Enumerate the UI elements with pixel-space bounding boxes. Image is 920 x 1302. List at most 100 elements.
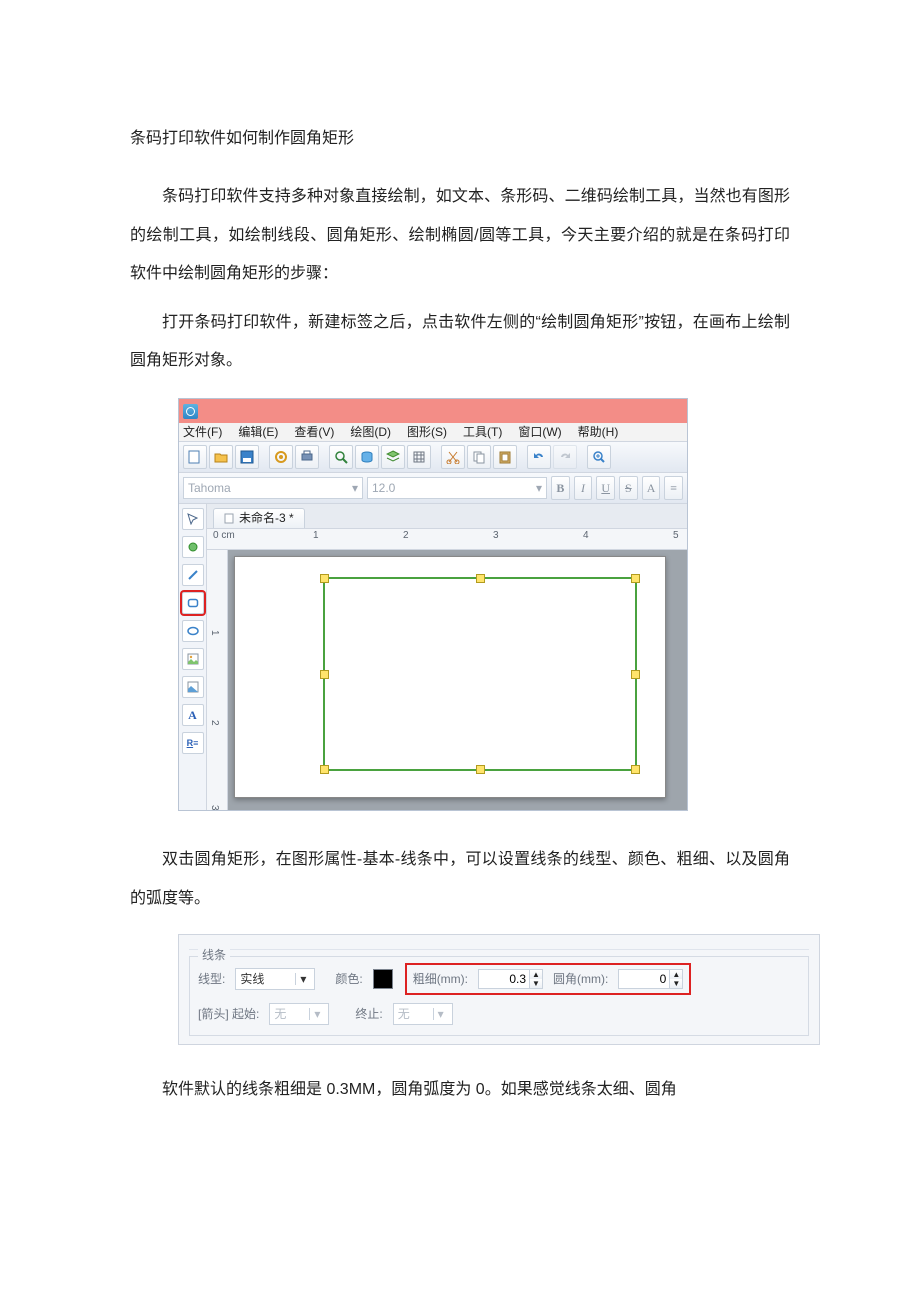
font-size-select[interactable]: 12.0 ▾ (367, 477, 547, 499)
ellipse-tool-icon[interactable] (182, 620, 204, 642)
resize-handle-s[interactable] (476, 765, 485, 774)
radius-label: 圆角(mm): (553, 973, 608, 985)
richtext-tool-icon[interactable]: R≡ (182, 732, 204, 754)
line-type-value: 实线 (240, 973, 264, 985)
ruler-y-1: 1 (209, 630, 219, 636)
canvas-wrapper: 未命名-3 * 0 cm 1 2 3 4 5 1 2 3 (207, 504, 687, 810)
line-type-select[interactable]: 实线 ▾ (235, 968, 315, 990)
resize-handle-e[interactable] (631, 670, 640, 679)
open-file-icon[interactable] (209, 445, 233, 469)
resize-handle-w[interactable] (320, 670, 329, 679)
resize-handle-n[interactable] (476, 574, 485, 583)
chevron-down-icon: ▾ (536, 482, 542, 494)
database-icon[interactable] (355, 445, 379, 469)
document-tabs: 未命名-3 * (207, 504, 687, 529)
menu-view[interactable]: 查看(V) (294, 426, 334, 438)
font-family-select[interactable]: Tahoma ▾ (183, 477, 363, 499)
paste-icon[interactable] (493, 445, 517, 469)
layers-icon[interactable] (381, 445, 405, 469)
arrow-start-select[interactable]: 无 ▾ (269, 1003, 329, 1025)
drawn-rounded-rect[interactable] (323, 577, 637, 771)
resize-handle-se[interactable] (631, 765, 640, 774)
menu-shape[interactable]: 图形(S) (407, 426, 447, 438)
font-size-value: 12.0 (372, 482, 395, 494)
line-tool-icon[interactable] (182, 564, 204, 586)
radius-input[interactable] (618, 969, 670, 989)
line-type-label: 线型: (198, 973, 225, 985)
page-title: 条码打印软件如何制作圆角矩形 (130, 120, 790, 158)
settings-icon[interactable] (269, 445, 293, 469)
line-color-swatch[interactable] (373, 969, 393, 989)
menu-edit[interactable]: 编辑(E) (238, 426, 278, 438)
document-tab[interactable]: 未命名-3 * (213, 508, 305, 528)
bold-button[interactable]: B (551, 476, 570, 500)
align-button[interactable]: ≡ (664, 476, 683, 500)
text-toolbar: Tahoma ▾ 12.0 ▾ B I U S A ≡ (179, 473, 687, 504)
line-properties-screenshot: 线条 线型: 实线 ▾ 颜色: 粗细(mm): ▲▼ 圆角(mm): ▲▼ (178, 934, 820, 1045)
ruler-x-5: 5 (673, 531, 679, 541)
document-tab-label: 未命名-3 * (239, 512, 294, 524)
toolbar-separator (579, 446, 585, 468)
redo-icon[interactable] (553, 445, 577, 469)
paragraph-3: 双击圆角矩形，在图形属性-基本-线条中，可以设置线条的线型、颜色、粗细、以及圆角… (130, 841, 790, 918)
grid-icon[interactable] (407, 445, 431, 469)
italic-button[interactable]: I (574, 476, 593, 500)
zoom-icon[interactable] (587, 445, 611, 469)
rounded-rect-tool-icon[interactable] (182, 592, 204, 614)
resize-handle-ne[interactable] (631, 574, 640, 583)
preview-icon[interactable] (329, 445, 353, 469)
thickness-label: 粗细(mm): (413, 973, 468, 985)
spinner-down-icon[interactable]: ▼ (530, 979, 542, 988)
toolbar-separator (519, 446, 525, 468)
horizontal-ruler: 0 cm 1 2 3 4 5 (207, 529, 687, 550)
spinner-up-icon[interactable]: ▲ (530, 970, 542, 979)
arrow-end-select[interactable]: 无 ▾ (393, 1003, 453, 1025)
thickness-input[interactable] (478, 969, 530, 989)
ruler-x-4: 4 (583, 531, 589, 541)
fieldset-legend: 线条 (198, 949, 230, 961)
main-toolbar (179, 442, 687, 473)
copy-icon[interactable] (467, 445, 491, 469)
resize-handle-nw[interactable] (320, 574, 329, 583)
text-tool-icon[interactable]: A (182, 704, 204, 726)
app-titlebar (179, 399, 687, 423)
toolbar-separator (433, 446, 439, 468)
vertical-ruler: 1 2 3 (207, 550, 228, 810)
menu-bar: 文件(F) 编辑(E) 查看(V) 绘图(D) 图形(S) 工具(T) 窗口(W… (179, 423, 687, 442)
style-button[interactable]: A (642, 476, 661, 500)
menu-window[interactable]: 窗口(W) (518, 426, 561, 438)
ruler-y-3: 3 (209, 805, 219, 810)
spinner-down-icon[interactable]: ▼ (670, 979, 682, 988)
menu-file[interactable]: 文件(F) (183, 426, 222, 438)
pan-tool-icon[interactable] (182, 536, 204, 558)
design-canvas[interactable] (228, 550, 687, 810)
toolbar-separator (321, 446, 327, 468)
ruler-y-2: 2 (209, 720, 219, 726)
chevron-down-icon: ▾ (433, 1008, 448, 1020)
strike-button[interactable]: S (619, 476, 638, 500)
doc-icon (224, 513, 235, 524)
paragraph-1: 条码打印软件支持多种对象直接绘制，如文本、条形码、二维码绘制工具，当然也有图形的… (130, 178, 790, 293)
arrow-end-value: 无 (398, 1008, 410, 1020)
paragraph-4: 软件默认的线条粗细是 0.3MM，圆角弧度为 0。如果感觉线条太细、圆角 (130, 1071, 790, 1109)
new-file-icon[interactable] (183, 445, 207, 469)
select-tool-icon[interactable] (182, 508, 204, 530)
thickness-spinner[interactable]: ▲▼ (478, 969, 543, 989)
menu-tools[interactable]: 工具(T) (463, 426, 502, 438)
picture-tool-icon[interactable] (182, 676, 204, 698)
menu-draw[interactable]: 绘图(D) (350, 426, 391, 438)
underline-button[interactable]: U (596, 476, 615, 500)
panel-top-border (189, 943, 809, 950)
print-icon[interactable] (295, 445, 319, 469)
cut-icon[interactable] (441, 445, 465, 469)
chevron-down-icon: ▾ (352, 482, 358, 494)
image-tool-icon[interactable] (182, 648, 204, 670)
spinner-up-icon[interactable]: ▲ (670, 970, 682, 979)
menu-help[interactable]: 帮助(H) (578, 426, 619, 438)
radius-spinner[interactable]: ▲▼ (618, 969, 683, 989)
editor-screenshot: 文件(F) 编辑(E) 查看(V) 绘图(D) 图形(S) 工具(T) 窗口(W… (178, 398, 688, 811)
resize-handle-sw[interactable] (320, 765, 329, 774)
color-label: 颜色: (335, 973, 362, 985)
undo-icon[interactable] (527, 445, 551, 469)
save-icon[interactable] (235, 445, 259, 469)
